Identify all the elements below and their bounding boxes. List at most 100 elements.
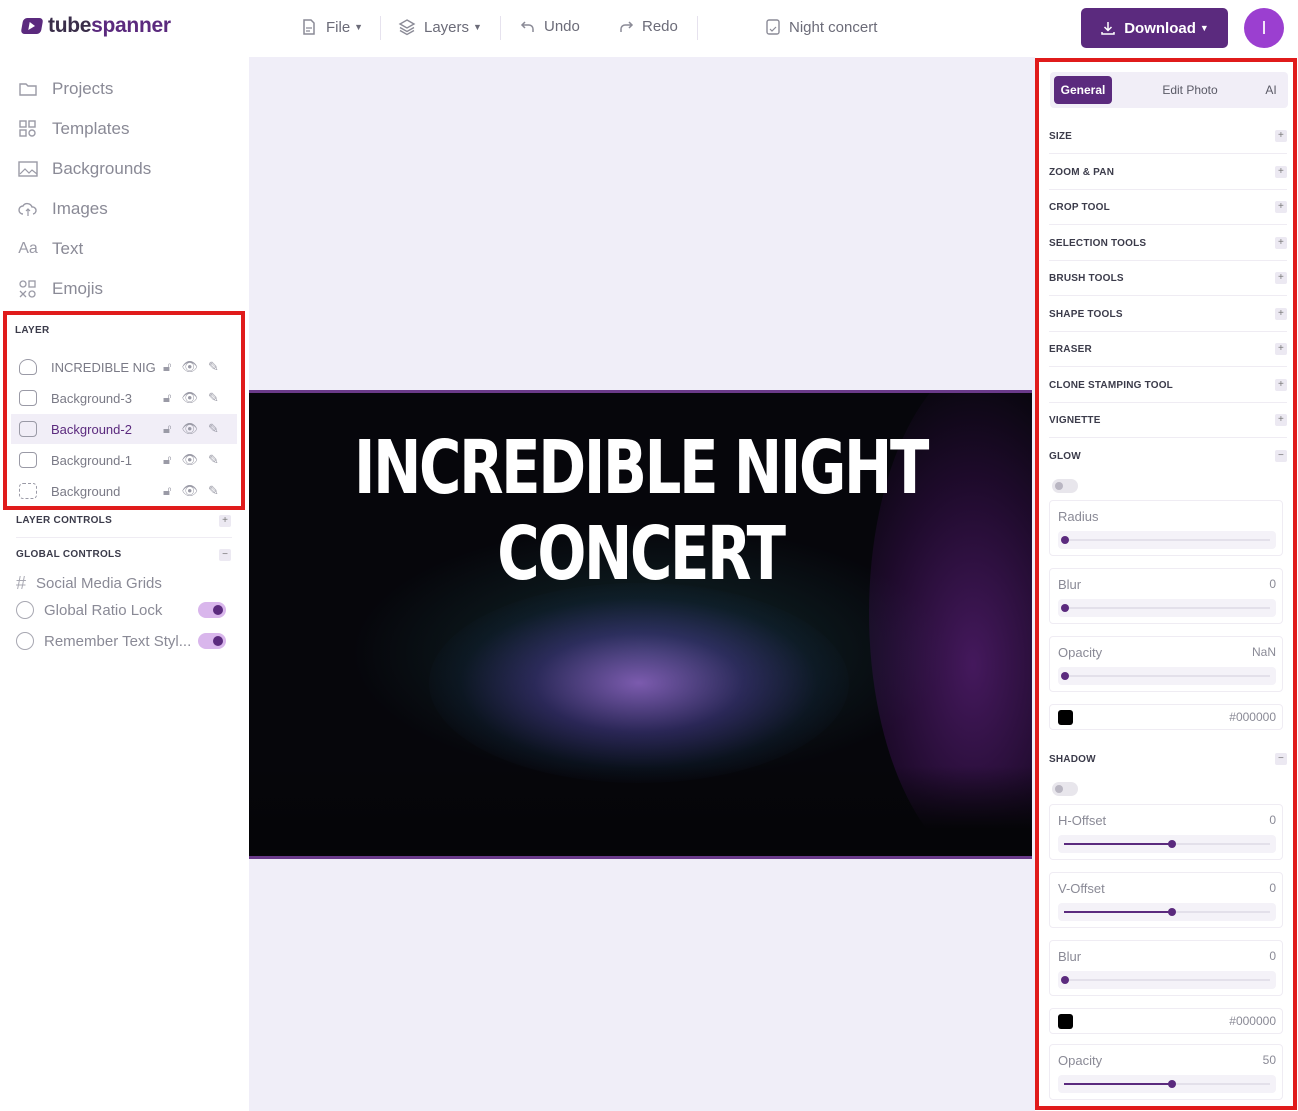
divider bbox=[500, 16, 501, 40]
section-selection-tools[interactable]: SELECTION TOOLS + bbox=[1049, 226, 1287, 261]
color-swatch[interactable] bbox=[1058, 710, 1073, 725]
lock-icon[interactable]: 🔓︎ bbox=[163, 421, 171, 437]
glow-radius-label: Radius bbox=[1058, 509, 1099, 524]
undo-label: Undo bbox=[544, 18, 580, 35]
layer-row-selected[interactable]: Background-2 🔓︎ 👁︎ ✎ bbox=[11, 414, 237, 444]
crowd-silhouette bbox=[249, 766, 1032, 856]
slider-handle[interactable] bbox=[1168, 1080, 1176, 1088]
shadow-opacity-slider[interactable] bbox=[1058, 1075, 1276, 1093]
collapse-icon[interactable]: − bbox=[219, 549, 231, 561]
logo[interactable]: tubespanner bbox=[20, 14, 171, 38]
nav-images-label: Images bbox=[52, 199, 108, 218]
edit-icon[interactable]: ✎ bbox=[208, 390, 219, 406]
tab-ai[interactable]: AI bbox=[1256, 76, 1286, 104]
edit-icon[interactable]: ✎ bbox=[208, 483, 219, 499]
glow-enable-switch[interactable] bbox=[1052, 479, 1078, 493]
nav-backgrounds[interactable]: Backgrounds bbox=[18, 159, 151, 179]
section-label: BRUSH TOOLS bbox=[1049, 272, 1124, 284]
shadow-hoffset-slider[interactable] bbox=[1058, 835, 1276, 853]
layer-panel-title: LAYER bbox=[15, 325, 50, 336]
undo-button[interactable]: Undo bbox=[520, 18, 580, 35]
lock-icon[interactable]: 🔓︎ bbox=[163, 483, 171, 499]
section-glow[interactable]: GLOW − bbox=[1049, 439, 1287, 474]
layers-menu[interactable]: Layers ▼ bbox=[398, 18, 482, 36]
remember-text-style: Remember Text Styl... bbox=[16, 632, 191, 650]
section-clone-stamping-tool[interactable]: CLONE STAMPING TOOL + bbox=[1049, 368, 1287, 403]
section-size[interactable]: SIZE + bbox=[1049, 119, 1287, 154]
shadow-enable-switch[interactable] bbox=[1052, 782, 1078, 796]
expand-icon: + bbox=[1275, 272, 1287, 284]
layer-row[interactable]: Background-3 🔓︎ 👁︎ ✎ bbox=[11, 383, 237, 413]
nav-emojis[interactable]: Emojis bbox=[18, 279, 103, 299]
shadow-voffset-slider[interactable] bbox=[1058, 903, 1276, 921]
brand-suffix: spanner bbox=[91, 14, 171, 37]
canvas-title-text[interactable]: INCREDIBLE NIGHT CONCERT bbox=[335, 425, 946, 597]
layer-row[interactable]: Background 🔓︎ 👁︎ ✎ bbox=[11, 476, 237, 506]
lock-icon[interactable]: 🔓︎ bbox=[163, 452, 171, 468]
section-zoom-pan[interactable]: ZOOM & PAN + bbox=[1049, 155, 1287, 190]
slider-handle[interactable] bbox=[1061, 976, 1069, 984]
glow-opacity-slider[interactable] bbox=[1058, 667, 1276, 685]
section-vignette[interactable]: VIGNETTE + bbox=[1049, 403, 1287, 438]
panel-tabs: General Edit Photo AI bbox=[1050, 72, 1288, 108]
slider-handle[interactable] bbox=[1168, 908, 1176, 916]
lock-icon[interactable]: 🔓︎ bbox=[163, 359, 171, 375]
shadow-blur-slider[interactable] bbox=[1058, 971, 1276, 989]
backgrounds-icon bbox=[18, 159, 38, 179]
glow-blur-slider[interactable] bbox=[1058, 599, 1276, 617]
eye-icon[interactable]: 👁︎ bbox=[181, 359, 198, 375]
slider-handle[interactable] bbox=[1061, 672, 1069, 680]
lock-icon[interactable]: 🔓︎ bbox=[163, 390, 171, 406]
expand-icon: + bbox=[1275, 130, 1287, 142]
nav-images[interactable]: Images bbox=[18, 199, 108, 219]
global-controls-heading: GLOBAL CONTROLS bbox=[16, 549, 122, 560]
global-ratio-lock-toggle[interactable] bbox=[198, 602, 226, 618]
shadow-color-picker[interactable]: #000000 bbox=[1049, 1008, 1283, 1034]
social-media-grids[interactable]: # Social Media Grids bbox=[16, 573, 162, 594]
slider-handle[interactable] bbox=[1168, 840, 1176, 848]
section-label: CROP TOOL bbox=[1049, 201, 1110, 213]
shadow-opacity-control: Opacity 50 bbox=[1049, 1044, 1283, 1100]
layer-name: Background-3 bbox=[51, 390, 132, 406]
eye-icon[interactable]: 👁︎ bbox=[181, 390, 198, 406]
color-swatch[interactable] bbox=[1058, 1014, 1073, 1029]
project-name[interactable]: Night concert bbox=[765, 18, 877, 36]
glow-radius-slider[interactable] bbox=[1058, 531, 1276, 549]
section-label: SIZE bbox=[1049, 130, 1073, 142]
shadow-voffset-value: 0 bbox=[1269, 881, 1276, 895]
collapse-icon: − bbox=[1275, 753, 1287, 765]
slider-handle[interactable] bbox=[1061, 536, 1069, 544]
edit-icon[interactable]: ✎ bbox=[208, 421, 219, 437]
chevron-down-icon: ▼ bbox=[1199, 23, 1209, 33]
nav-templates[interactable]: Templates bbox=[18, 119, 129, 139]
tab-general[interactable]: General bbox=[1054, 76, 1112, 104]
layer-name: Background bbox=[51, 483, 121, 499]
expand-icon[interactable]: + bbox=[219, 515, 231, 527]
remember-text-style-toggle[interactable] bbox=[198, 633, 226, 649]
pen-layer-icon bbox=[19, 359, 37, 375]
nav-projects[interactable]: Projects bbox=[18, 79, 113, 99]
edit-icon[interactable]: ✎ bbox=[208, 452, 219, 468]
file-menu[interactable]: File ▼ bbox=[300, 18, 363, 36]
slider-handle[interactable] bbox=[1061, 604, 1069, 612]
edit-icon[interactable]: ✎ bbox=[208, 359, 219, 375]
section-shadow[interactable]: SHADOW − bbox=[1049, 742, 1287, 777]
layer-row[interactable]: INCREDIBLE NIG... 🔓︎ 👁︎ ✎ bbox=[11, 352, 237, 382]
avatar[interactable]: I bbox=[1244, 8, 1284, 48]
eye-icon[interactable]: 👁︎ bbox=[181, 483, 198, 499]
design-canvas[interactable]: INCREDIBLE NIGHT CONCERT bbox=[249, 390, 1032, 859]
section-eraser[interactable]: ERASER + bbox=[1049, 332, 1287, 367]
editor-app: tubespanner File ▼ Layers ▼ Undo Redo Nigh… bbox=[0, 0, 1298, 1111]
redo-button[interactable]: Redo bbox=[618, 18, 678, 35]
eye-icon[interactable]: 👁︎ bbox=[181, 452, 198, 468]
section-crop-tool[interactable]: CROP TOOL + bbox=[1049, 190, 1287, 225]
glow-blur-value: 0 bbox=[1269, 577, 1276, 591]
section-shape-tools[interactable]: SHAPE TOOLS + bbox=[1049, 297, 1287, 332]
glow-color-picker[interactable]: #000000 bbox=[1049, 704, 1283, 730]
download-button[interactable]: Download ▼ bbox=[1081, 8, 1228, 48]
eye-icon[interactable]: 👁︎ bbox=[181, 421, 198, 437]
layer-row[interactable]: Background-1 🔓︎ 👁︎ ✎ bbox=[11, 445, 237, 475]
nav-text[interactable]: Aa Text bbox=[18, 239, 83, 259]
tab-edit-photo[interactable]: Edit Photo bbox=[1150, 76, 1230, 104]
section-brush-tools[interactable]: BRUSH TOOLS + bbox=[1049, 261, 1287, 296]
